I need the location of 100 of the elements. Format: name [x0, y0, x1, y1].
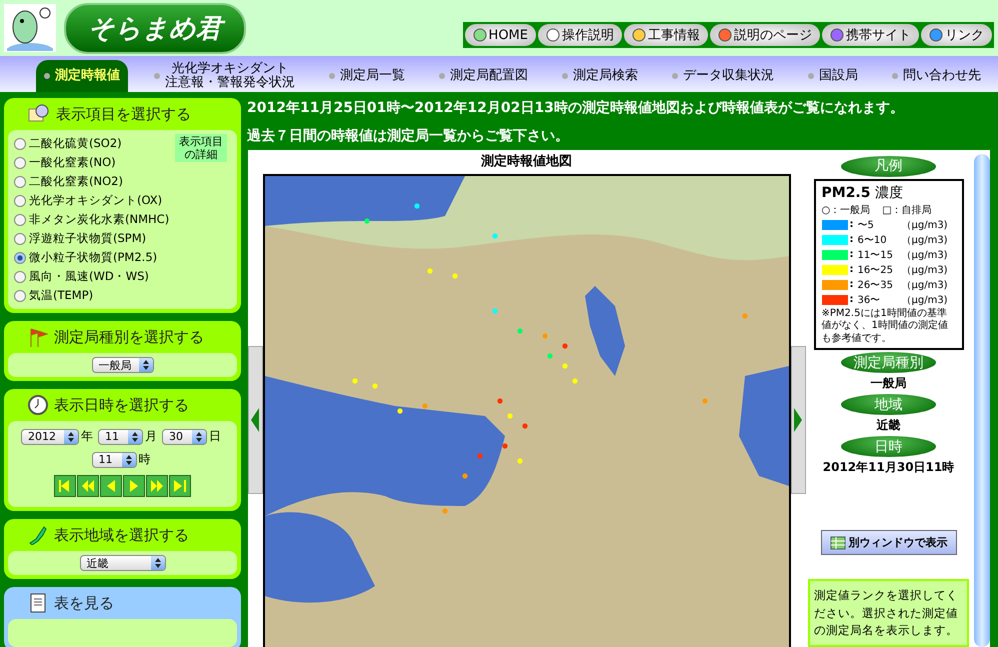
- playback-arrow-icon: [107, 480, 115, 492]
- header-icon: [929, 28, 943, 42]
- range-label: 〜5: [858, 218, 875, 232]
- header-link-button[interactable]: 携帯サイト: [822, 24, 919, 46]
- month-select[interactable]: 11: [98, 428, 143, 444]
- header-link-button[interactable]: 説明のページ: [710, 24, 820, 46]
- playback-arrow-icon: [174, 480, 186, 492]
- header-link-button[interactable]: 操作説明: [538, 24, 622, 46]
- site-logo-title[interactable]: そらまめ君: [64, 2, 246, 54]
- spinner-arrows-icon: [138, 358, 152, 372]
- day-label: 日: [209, 428, 221, 445]
- notice-text: 2012年11月25日01時〜2012年12月02日13時の測定時報値地図および時報値表がご覧になれます。: [246, 98, 905, 118]
- year-label: 年: [81, 428, 93, 445]
- color-swatch[interactable]: [822, 294, 848, 305]
- day-select[interactable]: 30: [162, 428, 207, 444]
- colon: :: [850, 264, 854, 276]
- unit-label: （μg/m3): [902, 264, 949, 277]
- header-link-button[interactable]: HOME: [464, 24, 536, 46]
- clock-icon: [28, 395, 48, 415]
- hour-select[interactable]: 11: [92, 452, 136, 468]
- playback-arrow-icon: [151, 480, 163, 492]
- range-label: 26〜35: [858, 278, 894, 292]
- spinner-arrows-icon: [64, 430, 78, 444]
- pollutant-radio-option[interactable]: 二酸化窒素(NO2): [14, 172, 231, 191]
- range-label: 11〜15: [858, 248, 894, 262]
- nav-tab[interactable]: 測定局一覧: [321, 60, 413, 92]
- notice-text: 過去７日間の時報値は測定局一覧からご覧下さい。: [246, 126, 570, 146]
- unit-label: （μg/m3): [902, 278, 949, 292]
- playback-button[interactable]: [100, 475, 122, 497]
- panel-title: 表示項目を選択する: [56, 104, 191, 124]
- color-swatch[interactable]: [822, 234, 848, 245]
- pollutant-radio-option[interactable]: 非メタン炭化水素(NMHC): [14, 210, 231, 229]
- header-icon: [632, 28, 646, 42]
- spinner-arrows-icon: [128, 430, 142, 444]
- unit-label: （μg/m3): [902, 234, 949, 247]
- station-type-select[interactable]: 一般局: [92, 357, 154, 373]
- month-label: 月: [145, 428, 157, 445]
- color-swatch[interactable]: [822, 250, 848, 260]
- color-swatch[interactable]: [822, 280, 848, 290]
- header-link-button[interactable]: 工事情報: [624, 24, 708, 46]
- scrollbar[interactable]: [974, 154, 990, 647]
- colon: :: [850, 234, 854, 246]
- map-title: 測定時報値地図: [481, 152, 572, 171]
- header-link-button[interactable]: リンク: [921, 24, 992, 46]
- nav-tab[interactable]: 測定局検索: [554, 60, 646, 92]
- info-value: 一般局: [870, 375, 906, 392]
- nav-tab[interactable]: 光化学オキシダント 注意報・警報発令状況: [146, 60, 303, 92]
- pollutant-radio-option[interactable]: 気温(TEMP): [14, 286, 231, 305]
- table-icon: [830, 536, 846, 550]
- panel-title: 表示日時を選択する: [54, 396, 189, 414]
- info-heading: 地域: [841, 394, 936, 416]
- legend-heading: 凡例: [841, 156, 936, 177]
- map-right-button[interactable]: [790, 346, 806, 494]
- playback-arrow-icon: [82, 480, 94, 492]
- pollutant-radio-option[interactable]: 微小粒子状物質(PM2.5): [14, 248, 231, 267]
- pollutant-radio-option[interactable]: 風向・風速(WD・WS): [14, 267, 231, 286]
- colon: :: [850, 249, 854, 260]
- symbol-key: □：自排局: [882, 202, 932, 217]
- color-swatch[interactable]: [822, 220, 848, 230]
- mascot-logo-icon: [4, 4, 56, 52]
- nav-tab[interactable]: 国設局: [800, 60, 866, 92]
- playback-button[interactable]: [146, 475, 168, 497]
- playback-button[interactable]: [77, 475, 99, 497]
- right-arrow-icon: [794, 408, 802, 432]
- playback-button[interactable]: [123, 475, 145, 497]
- nav-tab[interactable]: 問い合わせ先: [884, 60, 989, 92]
- playback-arrow-icon: [59, 480, 71, 492]
- unit-label: （μg/m3): [902, 218, 949, 232]
- nav-tab[interactable]: データ収集状況: [664, 60, 782, 92]
- legend-note: ※PM2.5には1時間値の基準値がなく、1時間値の測定値も参考値です。: [822, 308, 949, 346]
- color-swatch[interactable]: [822, 264, 848, 275]
- hint-text: 測定値ランクを選択してください。選択された測定値の測定局名を表示します。: [808, 579, 969, 647]
- unit-label: （μg/m3): [902, 248, 949, 262]
- playback-button[interactable]: [54, 475, 76, 497]
- nav-tab[interactable]: 測定時報値: [36, 60, 128, 92]
- header-icon: [718, 28, 732, 42]
- spinner-arrows-icon: [192, 430, 206, 444]
- info-heading: 測定局種別: [841, 352, 936, 374]
- nav-tab[interactable]: 測定局配置図: [431, 60, 536, 92]
- new-window-button[interactable]: 別ウィンドウで表示: [820, 530, 956, 556]
- pollutant-radio-option[interactable]: 浮遊粒子状物質(SPM): [14, 229, 231, 248]
- japan-map-icon: [28, 525, 48, 545]
- map-left-button[interactable]: [248, 346, 262, 494]
- symbol-key: ○：一般局: [822, 202, 870, 217]
- legend-title: PM2.5 濃度: [822, 184, 904, 202]
- playback-button[interactable]: [169, 475, 191, 497]
- colon: :: [850, 294, 854, 306]
- pollutant-radio-option[interactable]: 光化学オキシダント(OX): [14, 191, 231, 210]
- colon: :: [850, 279, 854, 290]
- playback-arrow-icon: [130, 480, 138, 492]
- info-value: 2012年11月30日11時: [822, 459, 954, 476]
- detail-tag[interactable]: 表示項目 の詳細: [175, 134, 227, 162]
- document-icon: [28, 592, 48, 614]
- header-icon: [830, 28, 844, 42]
- range-label: 36〜: [858, 294, 882, 307]
- header-icon: [472, 28, 487, 42]
- year-select[interactable]: 2012: [21, 428, 79, 444]
- info-heading: 日時: [841, 436, 936, 458]
- region-select[interactable]: 近畿: [80, 555, 166, 571]
- unit-label: （μg/m3): [902, 294, 949, 307]
